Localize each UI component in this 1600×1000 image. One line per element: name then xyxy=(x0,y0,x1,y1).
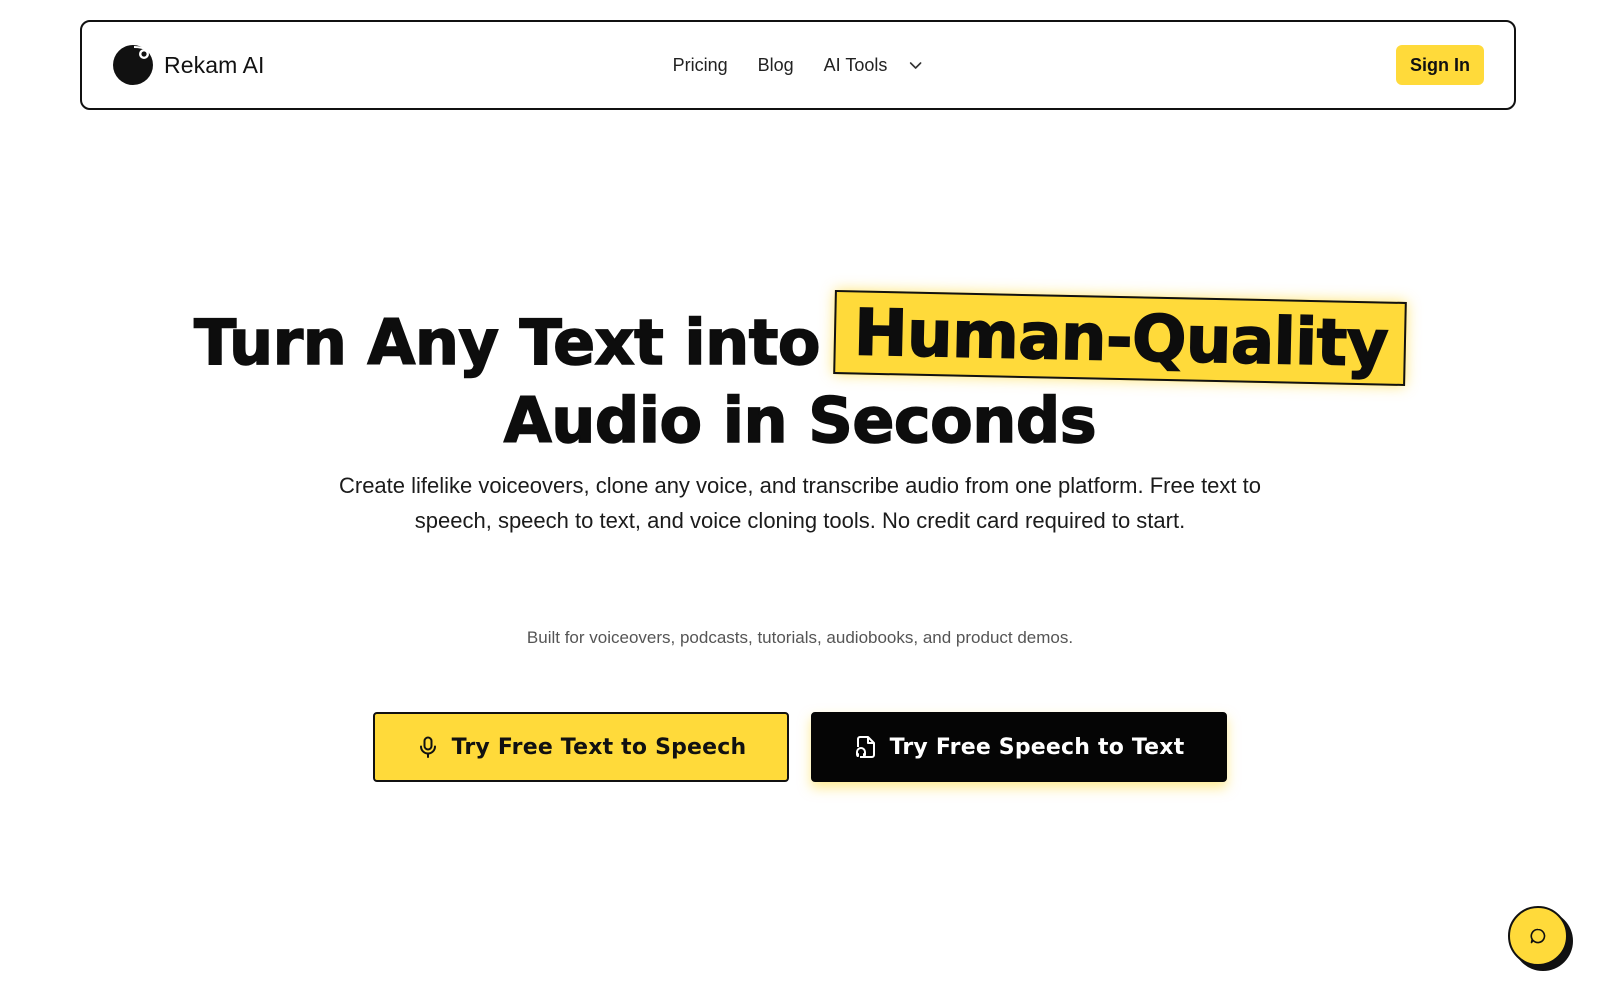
hero-subtitle: Create lifelike voiceovers, clone any vo… xyxy=(338,473,1261,533)
hero-title-highlight: Human-Quality xyxy=(833,290,1407,386)
hero-title-line-2: Audio in Seconds xyxy=(503,383,1097,458)
cta-row: Try Free Text to Speech Try Free Speech … xyxy=(0,712,1600,782)
hero-title-line-1: Turn Any Text into Human-Quality xyxy=(0,290,1600,386)
sign-in-button[interactable]: Sign In xyxy=(1396,45,1484,85)
hero-title-highlight-wrap: Human-Quality xyxy=(833,290,1407,386)
brand-link[interactable]: Rekam AI xyxy=(112,44,265,86)
hero-title-text: Turn Any Text into xyxy=(193,305,821,380)
nav-pricing[interactable]: Pricing xyxy=(673,55,728,76)
try-speech-to-text-label: Try Free Speech to Text xyxy=(889,734,1185,760)
logo-icon xyxy=(113,45,153,85)
audio-file-icon xyxy=(855,736,875,758)
chat-bubble-icon xyxy=(1530,928,1546,944)
try-speech-to-text-button[interactable]: Try Free Speech to Text xyxy=(811,712,1227,782)
brand-name: Rekam AI xyxy=(164,51,265,78)
nav-ai-tools-dropdown[interactable]: AI Tools xyxy=(824,55,924,76)
top-navbar: Rekam AI Pricing Blog AI Tools Sign In xyxy=(80,20,1516,110)
main-nav: Pricing Blog AI Tools xyxy=(673,55,924,76)
hero-note: Built for voiceovers, podcasts, tutorial… xyxy=(526,628,1074,647)
chat-button[interactable] xyxy=(1508,906,1568,966)
try-text-to-speech-button[interactable]: Try Free Text to Speech xyxy=(373,712,789,782)
nav-ai-tools-label: AI Tools xyxy=(823,54,888,75)
chevron-down-icon xyxy=(909,62,922,69)
nav-blog[interactable]: Blog xyxy=(758,55,794,76)
microphone-icon xyxy=(419,736,436,758)
try-text-to-speech-label: Try Free Text to Speech xyxy=(451,734,747,760)
hero-title: Turn Any Text into Human-Quality Audio in… xyxy=(0,290,1600,458)
